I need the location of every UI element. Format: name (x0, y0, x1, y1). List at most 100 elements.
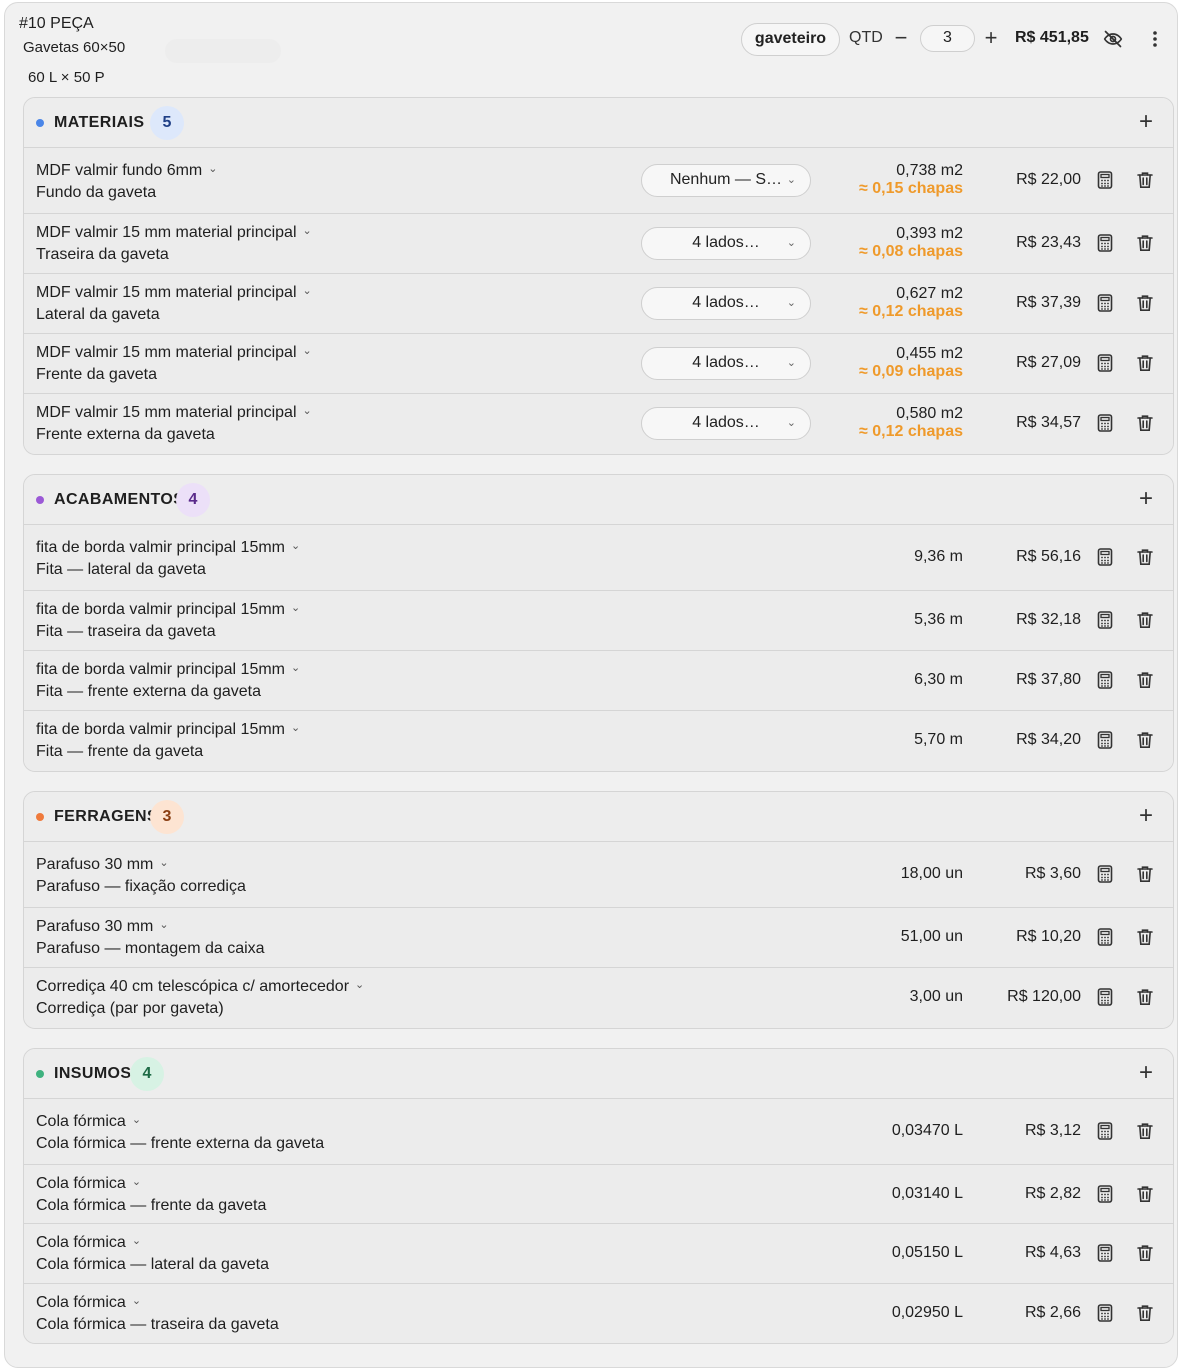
trash-icon[interactable] (1136, 671, 1154, 689)
item-row: MDF valmir 15 mm material principal ⌄ Fren… (24, 334, 1173, 394)
item-price: R$ 23,43 (1016, 234, 1081, 251)
item-name-dropdown[interactable]: Corrediça 40 cm telescópica c/ amorteced… (36, 978, 364, 996)
item-name-dropdown[interactable]: Parafuso 30 mm ⌄ (36, 918, 169, 936)
chevron-down-icon[interactable]: ⌄ (303, 284, 312, 297)
item-description: Cola fórmica — lateral da gaveta (36, 1256, 269, 1273)
trash-icon[interactable] (1136, 354, 1154, 372)
chevron-down-icon[interactable]: ⌄ (291, 539, 300, 552)
add-item-button[interactable]: + (1139, 1060, 1153, 1086)
piece-name[interactable]: Gavetas 60×50 (23, 39, 125, 56)
item-name: Cola fórmica (36, 1175, 126, 1192)
item-description: Cola fórmica — frente da gaveta (36, 1197, 267, 1214)
qtd-increment-button[interactable]: + (980, 25, 1002, 53)
item-name-dropdown[interactable]: MDF valmir 15 mm material principal ⌄ (36, 284, 312, 302)
calculator-icon[interactable] (1097, 928, 1113, 946)
trash-icon[interactable] (1136, 1304, 1154, 1322)
calculator-icon[interactable] (1097, 988, 1113, 1006)
eye-off-icon[interactable] (1101, 27, 1125, 51)
calculator-icon[interactable] (1097, 865, 1113, 883)
chevron-down-icon[interactable]: ⌄ (303, 404, 312, 417)
trash-icon[interactable] (1136, 294, 1154, 312)
trash-icon[interactable] (1136, 548, 1154, 566)
chevron-down-icon[interactable]: ⌄ (132, 1234, 141, 1247)
chevron-down-icon[interactable]: ⌄ (132, 1294, 141, 1307)
add-item-button[interactable]: + (1139, 486, 1153, 512)
item-row: MDF valmir 15 mm material principal ⌄ Tras… (24, 214, 1173, 274)
calculator-icon[interactable] (1097, 611, 1113, 629)
item-name-dropdown[interactable]: MDF valmir 15 mm material principal ⌄ (36, 404, 312, 422)
edge-banding-select-value: 4 lados… (692, 294, 760, 311)
section-count-badge: 4 (130, 1057, 164, 1091)
category-tag[interactable]: gaveteiro (741, 23, 840, 56)
edge-banding-select[interactable]: Nenhum — S… ⌄ (641, 164, 811, 197)
item-name-dropdown[interactable]: fita de borda valmir principal 15mm ⌄ (36, 721, 300, 739)
item-name-dropdown[interactable]: Cola fórmica ⌄ (36, 1234, 141, 1252)
trash-icon[interactable] (1136, 731, 1154, 749)
calculator-icon[interactable] (1097, 171, 1113, 189)
qtd-input[interactable]: 3 (920, 25, 975, 52)
item-row: MDF valmir 15 mm material principal ⌄ Late… (24, 274, 1173, 334)
add-item-button[interactable]: + (1139, 803, 1153, 829)
calculator-icon[interactable] (1097, 234, 1113, 252)
item-name: Parafuso 30 mm (36, 918, 154, 935)
item-name-dropdown[interactable]: Parafuso 30 mm ⌄ (36, 856, 169, 874)
section-insumos: INSUMOS 4 + Cola fórmica ⌄ Cola fórmica — fre… (23, 1048, 1174, 1344)
add-item-button[interactable]: + (1139, 109, 1153, 135)
chevron-down-icon[interactable]: ⌄ (291, 601, 300, 614)
chevron-down-icon[interactable]: ⌄ (303, 224, 312, 237)
trash-icon[interactable] (1136, 414, 1154, 432)
calculator-icon[interactable] (1097, 414, 1113, 432)
item-name-dropdown[interactable]: MDF valmir 15 mm material principal ⌄ (36, 344, 312, 362)
trash-icon[interactable] (1136, 171, 1154, 189)
edge-banding-select[interactable]: 4 lados… ⌄ (641, 407, 811, 440)
item-name-dropdown[interactable]: fita de borda valmir principal 15mm ⌄ (36, 601, 300, 619)
item-row: MDF valmir fundo 6mm ⌄ Fundo da gaveta Nenh… (24, 148, 1173, 214)
section-header: ACABAMENTOS 4 + (24, 475, 1173, 525)
edge-banding-select[interactable]: 4 lados… ⌄ (641, 287, 811, 320)
item-price: R$ 120,00 (1007, 988, 1081, 1005)
trash-icon[interactable] (1136, 988, 1154, 1006)
trash-icon[interactable] (1136, 611, 1154, 629)
calculator-icon[interactable] (1097, 1185, 1113, 1203)
chevron-down-icon[interactable]: ⌄ (132, 1113, 141, 1126)
qtd-decrement-button[interactable]: − (890, 25, 912, 53)
calculator-icon[interactable] (1097, 1244, 1113, 1262)
chevron-down-icon[interactable]: ⌄ (159, 918, 168, 931)
item-name-dropdown[interactable]: fita de borda valmir principal 15mm ⌄ (36, 661, 300, 679)
chevron-down-icon[interactable]: ⌄ (291, 661, 300, 674)
edge-banding-select[interactable]: 4 lados… ⌄ (641, 227, 811, 260)
calculator-icon[interactable] (1097, 354, 1113, 372)
chevron-down-icon[interactable]: ⌄ (303, 344, 312, 357)
calculator-icon[interactable] (1097, 731, 1113, 749)
trash-icon[interactable] (1136, 1122, 1154, 1140)
calculator-icon[interactable] (1097, 1122, 1113, 1140)
item-name: Cola fórmica (36, 1294, 126, 1311)
item-price: R$ 22,00 (1016, 171, 1081, 188)
chevron-down-icon[interactable]: ⌄ (208, 162, 217, 175)
chevron-down-icon[interactable]: ⌄ (159, 856, 168, 869)
chevron-down-icon[interactable]: ⌄ (291, 721, 300, 734)
chevron-down-icon[interactable]: ⌄ (132, 1175, 141, 1188)
item-name-dropdown[interactable]: Cola fórmica ⌄ (36, 1175, 141, 1193)
trash-icon[interactable] (1136, 1244, 1154, 1262)
calculator-icon[interactable] (1097, 294, 1113, 312)
more-vertical-icon[interactable] (1145, 27, 1165, 51)
item-name-dropdown[interactable]: fita de borda valmir principal 15mm ⌄ (36, 539, 300, 557)
trash-icon[interactable] (1136, 865, 1154, 883)
calculator-icon[interactable] (1097, 1304, 1113, 1322)
item-row: fita de borda valmir principal 15mm ⌄ Fita… (24, 711, 1173, 771)
trash-icon[interactable] (1136, 234, 1154, 252)
item-name-dropdown[interactable]: Cola fórmica ⌄ (36, 1294, 141, 1312)
trash-icon[interactable] (1136, 928, 1154, 946)
item-name-dropdown[interactable]: Cola fórmica ⌄ (36, 1113, 141, 1131)
chevron-down-icon[interactable]: ⌄ (355, 978, 364, 991)
trash-icon[interactable] (1136, 1185, 1154, 1203)
item-name-dropdown[interactable]: MDF valmir 15 mm material principal ⌄ (36, 224, 312, 242)
section-color-dot (36, 119, 44, 127)
item-name-dropdown[interactable]: MDF valmir fundo 6mm ⌄ (36, 162, 217, 180)
calculator-icon[interactable] (1097, 671, 1113, 689)
edge-banding-select[interactable]: 4 lados… ⌄ (641, 347, 811, 380)
chevron-down-icon: ⌄ (786, 357, 796, 369)
calculator-icon[interactable] (1097, 548, 1113, 566)
piece-name-field[interactable] (165, 39, 281, 63)
